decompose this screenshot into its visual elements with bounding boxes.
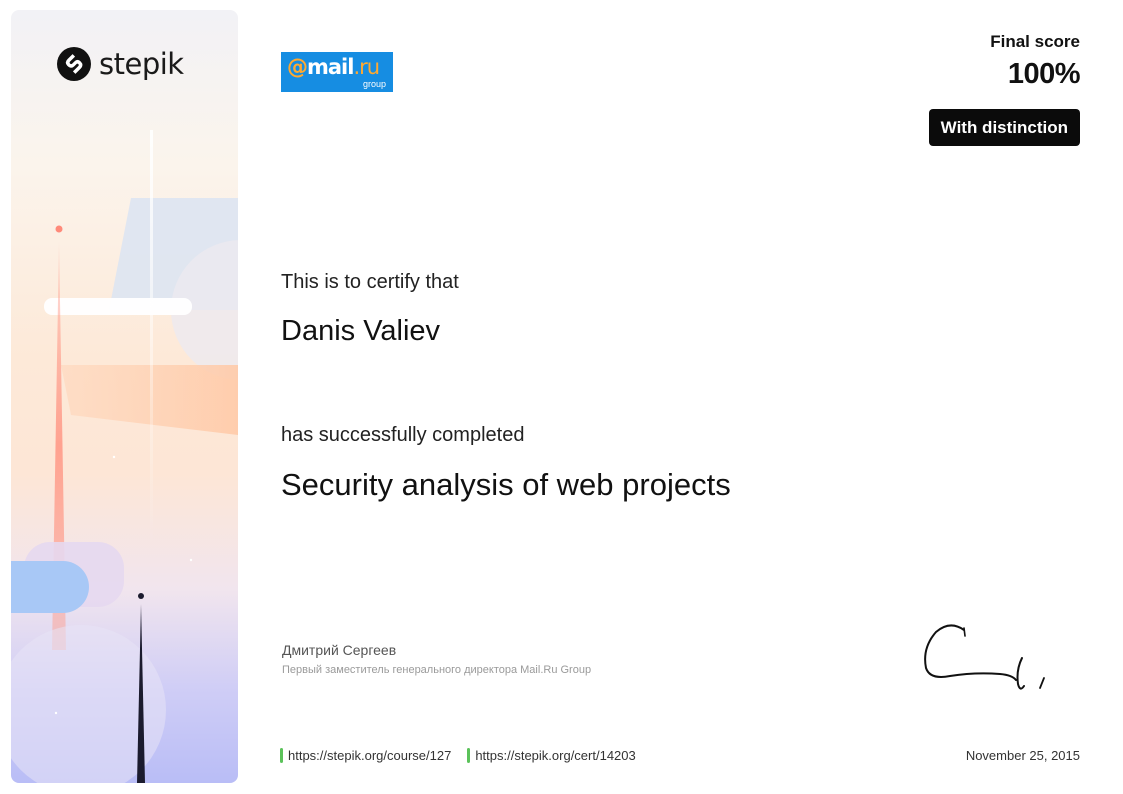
- certify-intro-text: This is to certify that: [281, 271, 459, 293]
- course-link-text: https://stepik.org/course/127: [288, 748, 452, 763]
- certificate-link[interactable]: https://stepik.org/cert/14203: [467, 748, 636, 763]
- side-panel-art: [11, 130, 238, 783]
- completed-intro-text: has successfully completed: [281, 424, 525, 446]
- link-marker-icon: [280, 748, 283, 763]
- link-marker-icon: [467, 748, 471, 763]
- partner-logo-at: @: [287, 55, 308, 79]
- signer-name: Дмитрий Сергеев: [282, 642, 397, 658]
- course-title: Security analysis of web projects: [281, 467, 731, 502]
- certificate-page: stepik @mail.ru group Final score 100% W…: [0, 0, 1123, 794]
- stepik-logo: stepik: [57, 47, 184, 81]
- signature-image: [924, 624, 1045, 690]
- partner-logo-ru: .ru: [353, 55, 380, 79]
- distinction-badge: With distinction: [928, 109, 1080, 146]
- partner-logo-wordmark: @mail.ru: [287, 55, 380, 79]
- issue-date: November 25, 2015: [965, 748, 1080, 763]
- final-score-value: 100%: [1007, 58, 1081, 90]
- partner-logo-sub: group: [362, 79, 386, 89]
- final-score-block: Final score 100%: [990, 32, 1080, 91]
- final-score-label: Final score: [990, 32, 1080, 51]
- brand-name: stepik: [99, 47, 184, 81]
- certificate-link-text: https://stepik.org/cert/14203: [475, 748, 636, 763]
- signer-title: Первый заместитель генерального директор…: [282, 664, 592, 676]
- mailru-group-logo: @mail.ru group: [281, 52, 393, 92]
- stepik-logo-icon: [57, 47, 91, 81]
- recipient-name: Danis Valiev: [281, 315, 441, 347]
- course-link[interactable]: https://stepik.org/course/127: [280, 748, 451, 763]
- certificate-links: https://stepik.org/course/127 https://st…: [280, 748, 636, 763]
- decorative-side-panel: [11, 10, 238, 783]
- partner-logo-main: mail: [307, 55, 354, 79]
